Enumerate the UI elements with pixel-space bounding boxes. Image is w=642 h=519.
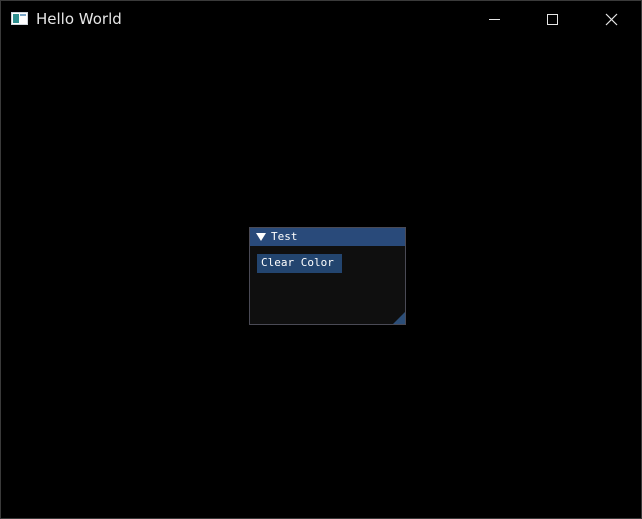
- clear-color-button[interactable]: Clear Color: [257, 254, 342, 273]
- clear-color-button-label: Clear Color: [261, 256, 334, 269]
- close-icon: [605, 13, 618, 26]
- collapse-arrow-icon[interactable]: [256, 233, 266, 241]
- test-panel-titlebar[interactable]: Test: [250, 228, 405, 246]
- app-window-icon: [11, 12, 28, 25]
- close-button[interactable]: [588, 1, 634, 38]
- resize-grip-icon[interactable]: [393, 312, 405, 324]
- window-title: Hello World: [36, 10, 122, 28]
- window-titlebar[interactable]: Hello World: [1, 1, 641, 38]
- test-panel[interactable]: Test Clear Color: [249, 227, 406, 325]
- test-panel-title: Test: [271, 230, 298, 243]
- minimize-icon: [489, 19, 500, 20]
- maximize-icon: [547, 14, 558, 25]
- minimize-button[interactable]: [471, 1, 517, 38]
- app-window: Hello World Test Clear Color: [0, 0, 642, 519]
- maximize-button[interactable]: [529, 1, 575, 38]
